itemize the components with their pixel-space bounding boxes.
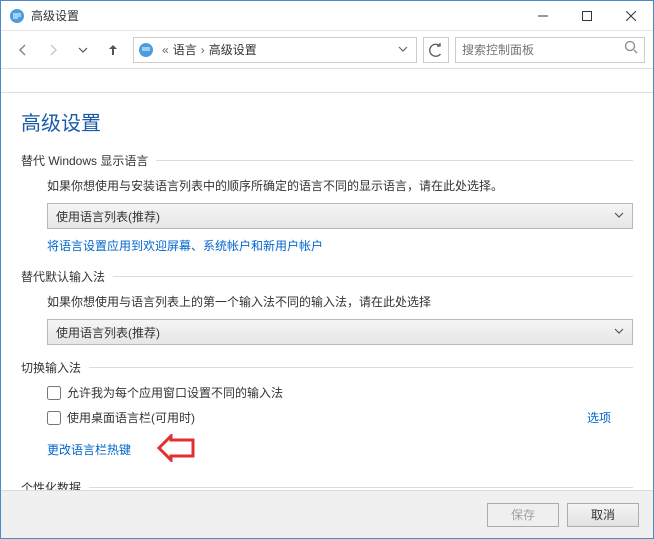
minimize-button[interactable] — [521, 1, 565, 31]
chevron-down-icon — [614, 209, 624, 223]
langbar-options-link[interactable]: 选项 — [587, 409, 611, 426]
breadcrumb-item[interactable]: 高级设置 — [209, 41, 257, 58]
change-hotkey-link[interactable]: 更改语言栏热键 — [47, 441, 131, 458]
combo-value: 使用语言列表(推荐) — [56, 324, 160, 341]
section-switch-ime: 切换输入法 允许我为每个应用窗口设置不同的输入法 使用桌面语言栏(可用时) 选项… — [21, 359, 633, 465]
per-app-ime-checkbox[interactable] — [47, 386, 61, 400]
recent-dropdown[interactable] — [69, 36, 97, 64]
section-description: 如果你想使用与安装语言列表中的顺序所确定的语言不同的显示语言，请在此处选择。 — [47, 177, 633, 195]
divider — [89, 487, 633, 488]
section-personalization: 个性化数据 — [21, 479, 633, 490]
desktop-langbar-checkbox[interactable] — [47, 411, 61, 425]
address-dropdown-icon[interactable] — [394, 43, 412, 57]
breadcrumb-item[interactable]: 语言 — [173, 41, 197, 58]
footer: 保存 取消 — [1, 490, 653, 538]
divider — [89, 367, 633, 368]
address-icon — [138, 42, 154, 58]
back-button[interactable] — [9, 36, 37, 64]
combo-value: 使用语言列表(推荐) — [56, 208, 160, 225]
app-icon — [9, 8, 25, 24]
divider — [113, 276, 633, 277]
breadcrumb-sep: « — [158, 43, 173, 57]
section-default-ime: 替代默认输入法 如果你想使用与语言列表上的第一个输入法不同的输入法，请在此处选择… — [21, 268, 633, 345]
up-button[interactable] — [99, 36, 127, 64]
section-display-language: 替代 Windows 显示语言 如果你想使用与安装语言列表中的顺序所确定的语言不… — [21, 152, 633, 254]
refresh-button[interactable] — [423, 37, 449, 63]
annotation-arrow-icon — [153, 434, 195, 465]
page-heading: 高级设置 — [21, 107, 633, 136]
per-app-ime-checkbox-row[interactable]: 允许我为每个应用窗口设置不同的输入法 — [47, 384, 633, 401]
checkbox-label: 允许我为每个应用窗口设置不同的输入法 — [67, 384, 283, 401]
section-title: 替代 Windows 显示语言 — [21, 152, 148, 169]
search-box[interactable] — [455, 37, 645, 63]
apply-to-welcome-link[interactable]: 将语言设置应用到欢迎屏幕、系统帐户和新用户帐户 — [47, 237, 323, 254]
default-ime-combo[interactable]: 使用语言列表(推荐) — [47, 319, 633, 345]
search-icon[interactable] — [624, 40, 638, 59]
section-description: 如果你想使用与语言列表上的第一个输入法不同的输入法，请在此处选择 — [47, 293, 633, 311]
close-button[interactable] — [609, 1, 653, 31]
maximize-button[interactable] — [565, 1, 609, 31]
chevron-right-icon: › — [197, 43, 209, 57]
titlebar: 高级设置 — [1, 1, 653, 31]
section-title: 替代默认输入法 — [21, 268, 105, 285]
section-title: 个性化数据 — [21, 479, 81, 490]
navbar: « 语言 › 高级设置 — [1, 31, 653, 69]
cancel-button[interactable]: 取消 — [567, 503, 639, 527]
section-title: 切换输入法 — [21, 359, 81, 376]
desktop-langbar-checkbox-row[interactable]: 使用桌面语言栏(可用时) 选项 — [47, 409, 633, 426]
window-title: 高级设置 — [31, 7, 521, 24]
chevron-down-icon — [614, 325, 624, 339]
content-area: 高级设置 替代 Windows 显示语言 如果你想使用与安装语言列表中的顺序所确… — [1, 93, 653, 490]
display-language-combo[interactable]: 使用语言列表(推荐) — [47, 203, 633, 229]
checkbox-label: 使用桌面语言栏(可用时) — [67, 409, 195, 426]
search-input[interactable] — [462, 43, 624, 57]
divider — [156, 160, 633, 161]
save-button[interactable]: 保存 — [487, 503, 559, 527]
forward-button[interactable] — [39, 36, 67, 64]
toolbar — [1, 69, 653, 93]
address-bar[interactable]: « 语言 › 高级设置 — [133, 37, 417, 63]
